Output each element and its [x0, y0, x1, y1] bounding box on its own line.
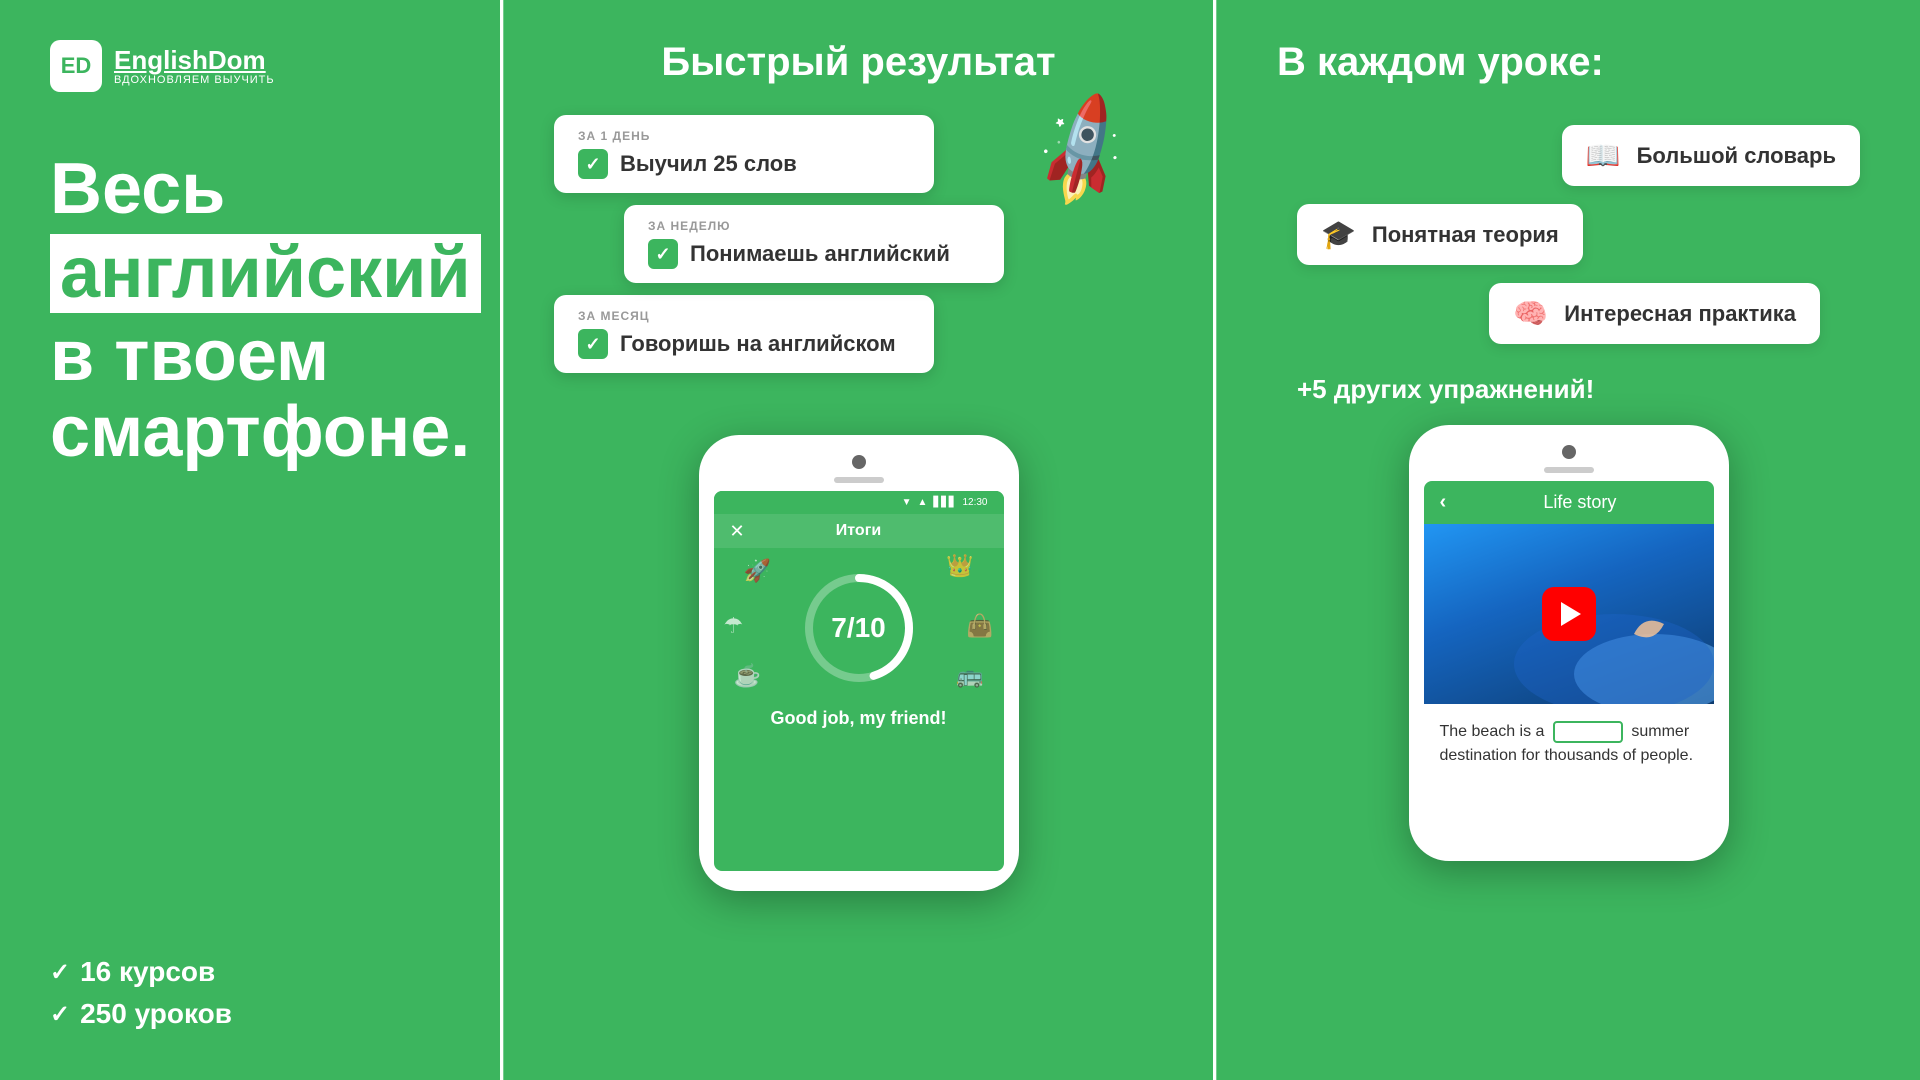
feature1-label: Большой словарь: [1637, 143, 1836, 169]
back-arrow-icon: ‹: [1440, 491, 1447, 514]
hero-line1: Весь: [50, 152, 450, 228]
icon-coffee: ☕: [734, 663, 761, 689]
right-phone-area: ‹ Life story: [1277, 425, 1860, 861]
phone-speaker: [834, 477, 884, 483]
feature-card-1: 📖 Большой словарь: [1562, 125, 1860, 186]
phone-screen-title: Life story: [1462, 492, 1697, 513]
phone-nav-title: Итоги: [836, 522, 881, 540]
stat-courses: ✓ 16 курсов: [50, 956, 450, 988]
feature3-label: Интересная практика: [1564, 301, 1796, 327]
right-phone-mockup: ‹ Life story: [1409, 425, 1729, 861]
right-phone-camera: [1562, 445, 1576, 459]
icon-crown: 👑: [946, 553, 973, 579]
hero-highlight: английский: [50, 234, 481, 314]
fill-in-blank[interactable]: [1553, 721, 1623, 743]
right-phone-speaker: [1544, 467, 1594, 473]
video-text-before: The beach is a: [1440, 723, 1545, 740]
video-text-line2: destination for thousands of people.: [1440, 747, 1694, 764]
score-area: 🚀 👑 ☕ 🚌 ☂ 👜 7/10 Good job, my friend!: [714, 548, 1004, 749]
achievement-card-3: ЗА МЕСЯЦ ✓ Говоришь на английском: [554, 295, 934, 373]
middle-panel: Быстрый результат 🚀 ЗА 1 ДЕНЬ ✓ Выучил 2…: [503, 0, 1213, 1080]
achievement-card-1: ЗА 1 ДЕНЬ ✓ Выучил 25 слов: [554, 115, 934, 193]
video-content: The beach is a summer destination for th…: [1424, 704, 1714, 768]
book-icon: 📖: [1586, 139, 1621, 172]
icon-rocket: 🚀: [744, 558, 771, 584]
hero-line3: в твоем: [50, 319, 450, 395]
brain-icon: 🧠: [1513, 297, 1548, 330]
logo-icon: ED: [50, 40, 102, 92]
check-icon-2: ✓: [50, 1000, 70, 1029]
brand-name: EnglishDom: [114, 46, 275, 75]
hero-line4: смартфоне.: [50, 395, 450, 471]
achievement-card-2: ЗА НЕДЕЛЮ ✓ Понимаешь английский: [624, 205, 1004, 283]
card3-content: ✓ Говоришь на английском: [578, 329, 910, 359]
play-triangle-icon: [1561, 602, 1581, 626]
hero-text: Весь английский в твоем смартфоне.: [50, 152, 450, 916]
rocket-icon: 🚀: [1017, 86, 1150, 217]
right-phone-screen: ‹ Life story: [1424, 481, 1714, 841]
more-exercises-text: +5 других упражнений!: [1297, 374, 1594, 405]
check-icon-card2: ✓: [648, 239, 678, 269]
check-icon: ✓: [50, 958, 70, 987]
right-title: В каждом уроке:: [1277, 40, 1604, 85]
left-panel: ED EnglishDom ВДОХНОВЛЯЕМ ВЫУЧИТЬ Весь а…: [0, 0, 500, 1080]
card3-label: ЗА МЕСЯЦ: [578, 309, 910, 323]
stats-section: ✓ 16 курсов ✓ 250 уроков: [50, 916, 450, 1040]
middle-phone-mockup: ▼ ▲ ▋▋▋ 12:30 ✕ Итоги 🚀 👑 ☕ 🚌 ☂ 👜: [699, 435, 1019, 891]
brand-tagline: ВДОХНОВЛЯЕМ ВЫУЧИТЬ: [114, 74, 275, 86]
middle-title: Быстрый результат: [661, 40, 1055, 85]
card1-label: ЗА 1 ДЕНЬ: [578, 129, 910, 143]
graduation-icon: 🎓: [1321, 218, 1356, 251]
icon-bus: 🚌: [956, 663, 983, 689]
status-bar: ▼ ▲ ▋▋▋ 12:30: [714, 491, 1004, 514]
logo-area: ED EnglishDom ВДОХНОВЛЯЕМ ВЫУЧИТЬ: [50, 40, 450, 92]
score-text: 7/10: [831, 612, 886, 644]
stat-lessons: ✓ 250 уроков: [50, 998, 450, 1030]
right-panel: В каждом уроке: 📖 Большой словарь 🎓 Поня…: [1216, 0, 1920, 1080]
card1-content: ✓ Выучил 25 слов: [578, 149, 910, 179]
card2-label: ЗА НЕДЕЛЮ: [648, 219, 980, 233]
check-icon-card3: ✓: [578, 329, 608, 359]
feature-card-2: 🎓 Понятная теория: [1297, 204, 1583, 265]
logo-text: EnglishDom ВДОХНОВЛЯЕМ ВЫУЧИТЬ: [114, 46, 275, 87]
phone-camera: [852, 455, 866, 469]
video-exercise-text: The beach is a summer destination for th…: [1440, 720, 1698, 768]
feature2-label: Понятная теория: [1372, 222, 1559, 248]
close-icon: ✕: [730, 521, 745, 542]
phone-screen: ▼ ▲ ▋▋▋ 12:30 ✕ Итоги 🚀 👑 ☕ 🚌 ☂ 👜: [714, 491, 1004, 871]
icon-umbrella: ☂: [724, 613, 744, 639]
video-thumbnail: [1424, 524, 1714, 704]
feature-card-3: 🧠 Интересная практика: [1489, 283, 1820, 344]
play-button[interactable]: [1542, 587, 1596, 641]
icon-bag: 👜: [966, 613, 993, 639]
achievement-cards: 🚀 ЗА 1 ДЕНЬ ✓ Выучил 25 слов ЗА НЕДЕЛЮ ✓…: [524, 115, 1193, 415]
check-icon-card1: ✓: [578, 149, 608, 179]
hero-line2: английский: [50, 228, 450, 320]
phone-nav-bar: ✕ Итоги: [714, 514, 1004, 548]
feature-cards: 📖 Большой словарь 🎓 Понятная теория 🧠 Ин…: [1277, 125, 1860, 344]
right-phone-topbar: ‹ Life story: [1424, 481, 1714, 524]
score-ring: 7/10: [799, 568, 919, 688]
video-text-after: summer: [1631, 723, 1689, 740]
card2-content: ✓ Понимаешь английский: [648, 239, 980, 269]
